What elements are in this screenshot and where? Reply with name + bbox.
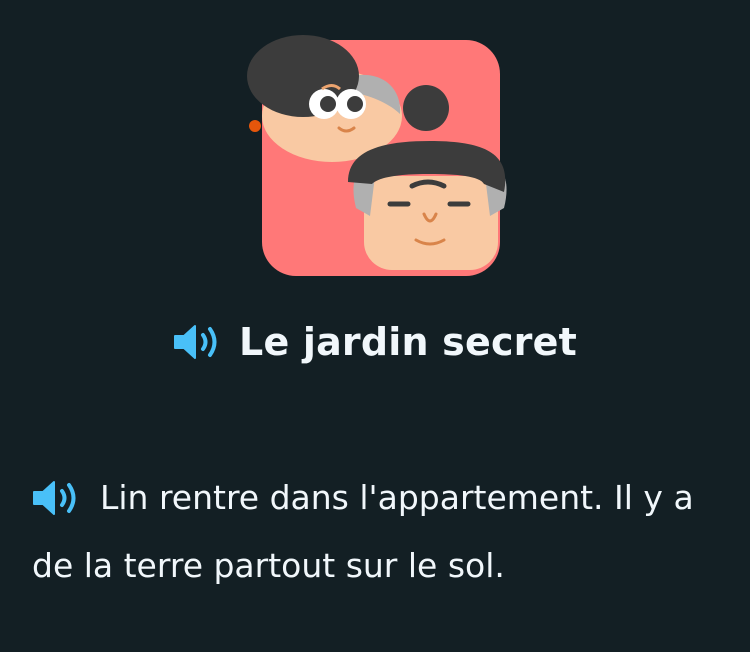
story-line-2-text[interactable]: de la terre partout sur le sol. [32,546,505,585]
story-title: Le jardin secret [239,320,577,364]
story-title-row: Le jardin secret [0,312,750,372]
line-speaker-button[interactable] [32,479,80,517]
story-character-illustration [247,35,507,276]
title-speaker-button[interactable] [173,323,221,361]
story-line-1: Lin rentre dans l'appartement. Il y a [32,478,732,518]
story-line-1-text[interactable]: Lin rentre dans l'appartement. Il y a [100,478,694,518]
story-line-2: de la terre partout sur le sol. [32,546,732,586]
speaker-icon [174,325,217,359]
speaker-icon [33,481,76,515]
